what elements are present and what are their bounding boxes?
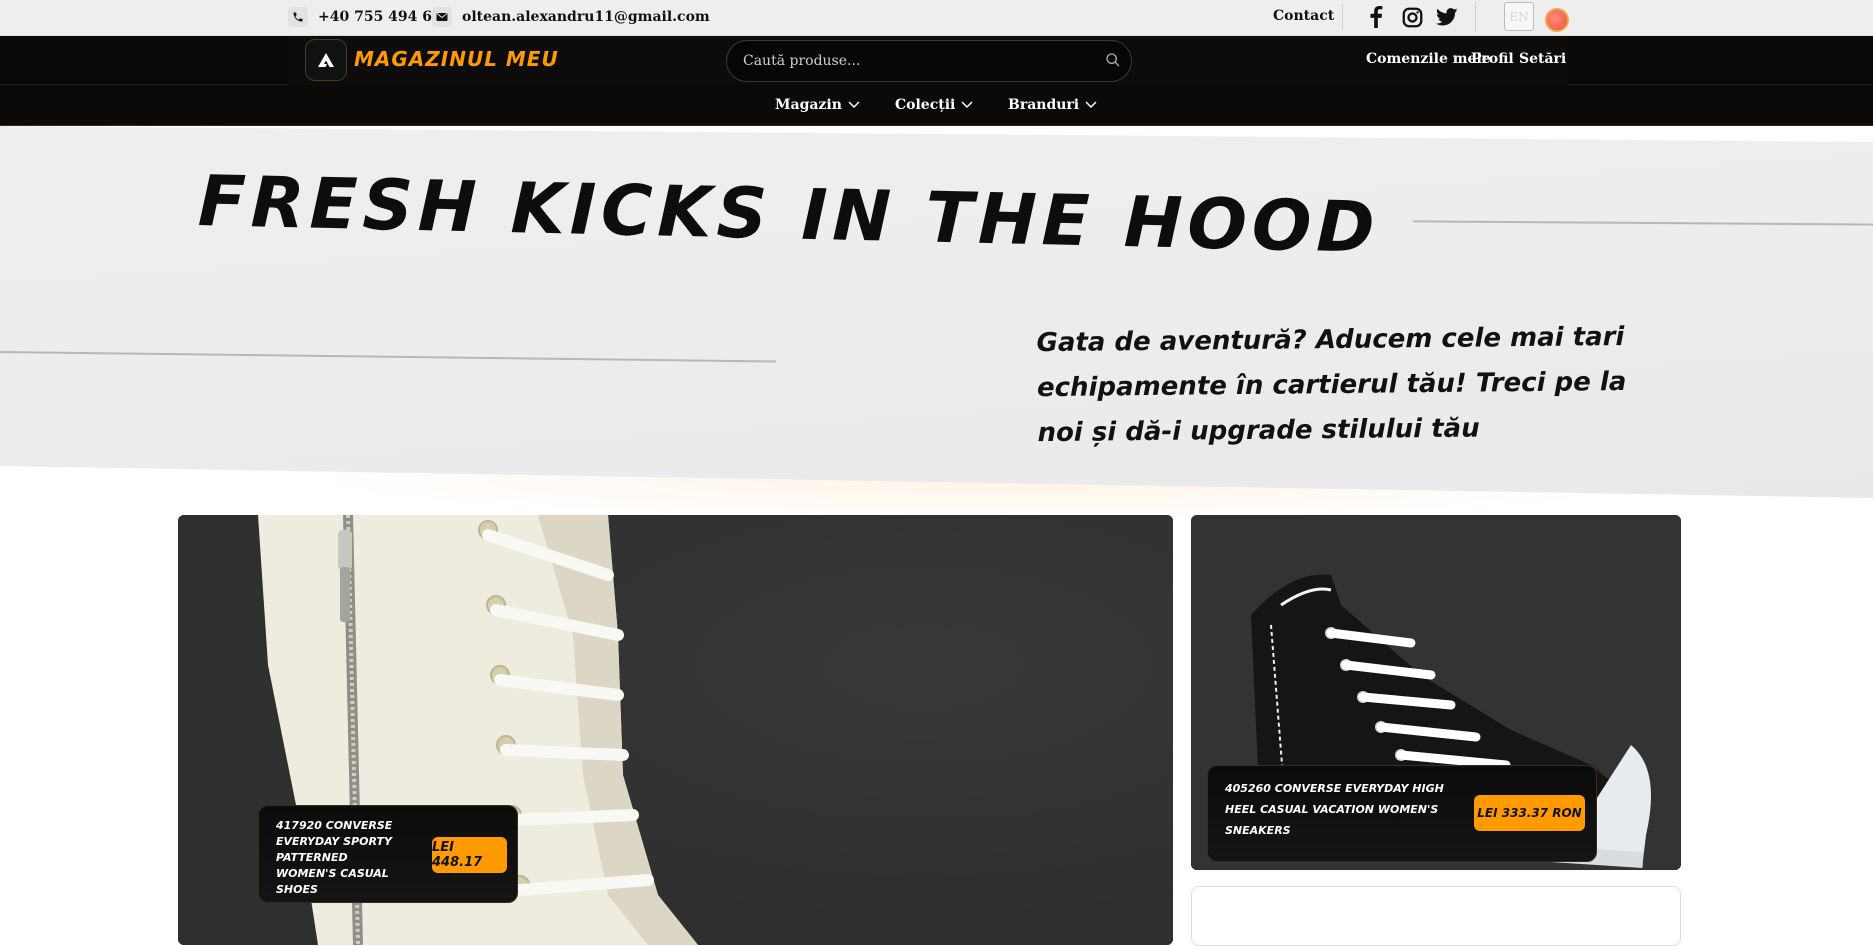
facebook-icon[interactable] bbox=[1364, 5, 1388, 29]
menu-colectii-label: Colecții bbox=[895, 97, 956, 113]
chevron-down-icon bbox=[1085, 101, 1097, 109]
menu-branduri-label: Branduri bbox=[1008, 97, 1080, 113]
profile-link[interactable]: Profil bbox=[1471, 51, 1514, 67]
phone-contact[interactable]: +40 755 494 691 bbox=[288, 7, 452, 27]
product-price[interactable]: LEI 448.17 bbox=[432, 837, 507, 873]
language-button[interactable]: EN bbox=[1504, 2, 1534, 31]
theme-toggle-icon[interactable] bbox=[1545, 8, 1569, 32]
brand-logo-icon[interactable] bbox=[305, 39, 347, 81]
product-price[interactable]: LEI 333.37 RON bbox=[1474, 795, 1585, 831]
search-icon[interactable] bbox=[1105, 52, 1121, 72]
chevron-down-icon bbox=[961, 101, 973, 109]
product-name: 405260 Converse Everyday High Heel Casua… bbox=[1225, 782, 1444, 837]
product-badge: 417920 Converse Everyday Sporty Patterne… bbox=[258, 805, 518, 903]
menu-colectii[interactable]: Colecții bbox=[895, 97, 973, 113]
contact-link[interactable]: Contact bbox=[1273, 8, 1334, 24]
chevron-down-icon bbox=[848, 101, 860, 109]
instagram-icon[interactable] bbox=[1400, 5, 1424, 29]
product-card[interactable]: 405260 Converse Everyday High Heel Casua… bbox=[1191, 515, 1681, 870]
mail-icon bbox=[432, 7, 452, 27]
divider bbox=[1475, 2, 1476, 32]
search-input[interactable] bbox=[743, 41, 1083, 81]
menu-magazin[interactable]: Magazin bbox=[775, 97, 860, 113]
top-bar bbox=[0, 0, 1873, 36]
search-bar bbox=[726, 40, 1132, 82]
product-name: 417920 Converse Everyday Sporty Patterne… bbox=[276, 819, 393, 896]
brand-name[interactable]: MAGAZINUL MEU bbox=[354, 47, 559, 71]
email-contact[interactable]: oltean.alexandru11@gmail.com bbox=[432, 7, 710, 27]
hero-subtitle: Gata de aventură? Aducem cele mai tari e… bbox=[1036, 321, 1627, 449]
menu-magazin-label: Magazin bbox=[775, 97, 842, 113]
twitter-icon[interactable] bbox=[1435, 5, 1459, 29]
email-address: oltean.alexandru11@gmail.com bbox=[462, 9, 710, 25]
menu-branduri[interactable]: Branduri bbox=[1008, 97, 1097, 113]
divider bbox=[1342, 4, 1343, 30]
product-card-placeholder bbox=[1191, 886, 1681, 946]
product-card-featured[interactable]: 417920 Converse Everyday Sporty Patterne… bbox=[178, 515, 1173, 945]
product-badge: 405260 Converse Everyday High Heel Casua… bbox=[1207, 765, 1597, 862]
phone-icon bbox=[288, 7, 308, 27]
settings-link[interactable]: Setări bbox=[1519, 51, 1566, 67]
